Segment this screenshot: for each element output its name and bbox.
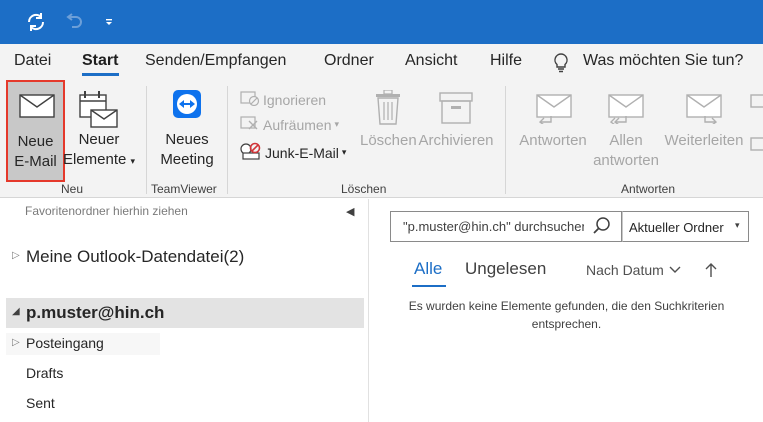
new-email-button[interactable]: Neue E-Mail bbox=[6, 80, 65, 182]
reply-all-label-2: antworten bbox=[593, 152, 659, 169]
folder-pane: Favoritenordner hierhin ziehen ◀ ▷ Meine… bbox=[0, 199, 369, 422]
new-meeting-label-1: Neues bbox=[165, 131, 209, 148]
tell-me-search[interactable]: Was möchten Sie tun? bbox=[583, 52, 743, 70]
search-scope-value: Aktueller Ordner bbox=[629, 220, 724, 235]
account-folder[interactable]: ◢ p.muster@hin.ch bbox=[6, 298, 364, 328]
group-separator bbox=[505, 86, 506, 194]
search-text: "p.muster@hin.ch" durchsuchen bbox=[403, 219, 589, 234]
folder-label: Drafts bbox=[26, 365, 64, 381]
collapse-icon[interactable]: ◢ bbox=[12, 306, 20, 317]
ignore-icon bbox=[240, 90, 260, 109]
empty-message-line-2: entsprechen. bbox=[531, 317, 602, 331]
group-label-respond: Antworten bbox=[621, 182, 676, 196]
group-separator bbox=[227, 86, 228, 194]
collapse-pane-icon[interactable]: ◀ bbox=[346, 205, 354, 218]
dropdown-arrow-icon: ▾ bbox=[334, 119, 340, 129]
reply-all-label-1: Allen bbox=[609, 132, 643, 149]
chevron-down-icon bbox=[669, 266, 681, 273]
dropdown-arrow-icon: ▾ bbox=[130, 156, 136, 166]
datafile-label: Meine Outlook-Datendatei(2) bbox=[26, 247, 245, 266]
tab-start[interactable]: Start bbox=[82, 52, 118, 70]
expand-icon[interactable]: ▷ bbox=[12, 337, 20, 348]
filter-all[interactable]: Alle bbox=[414, 259, 442, 279]
expand-icon[interactable]: ▷ bbox=[12, 250, 20, 261]
ribbon-tabs: Datei Start Senden/Empfangen Ordner Ansi… bbox=[0, 44, 763, 80]
junk-email-button[interactable]: Junk-E-Mail ▾ bbox=[240, 142, 346, 163]
tab-file[interactable]: Datei bbox=[14, 52, 51, 70]
cleanup-label: Aufräumen bbox=[263, 116, 332, 133]
new-email-label-1: Neue bbox=[17, 133, 54, 150]
dropdown-arrow-icon: ▾ bbox=[735, 220, 740, 230]
folder-label: Sent bbox=[26, 395, 55, 411]
forward-icon bbox=[685, 94, 723, 129]
reply-label: Antworten bbox=[519, 132, 587, 149]
customize-icon[interactable] bbox=[96, 10, 122, 34]
trash-icon bbox=[374, 89, 402, 131]
junk-icon bbox=[240, 142, 262, 163]
empty-message-line-1: Es wurden keine Elemente gefunden, die d… bbox=[408, 299, 725, 313]
favorites-hint: Favoritenordner hierhin ziehen bbox=[25, 204, 188, 218]
group-label-new: Neu bbox=[61, 182, 84, 196]
folder-item-sent[interactable]: Sent bbox=[6, 393, 160, 415]
new-items-label-1: Neuer bbox=[78, 131, 120, 148]
cleanup-icon bbox=[240, 115, 260, 134]
new-items-button[interactable]: Neuer Elemente ▾ bbox=[62, 82, 136, 182]
empty-message: Es wurden keine Elemente gefunden, die d… bbox=[370, 297, 763, 333]
reply-all-icon bbox=[607, 94, 645, 129]
sort-direction-icon[interactable] bbox=[704, 262, 718, 278]
ignore-label: Ignorieren bbox=[263, 91, 327, 108]
forward-button[interactable]: Weiterleiten bbox=[662, 82, 746, 172]
reply-icon bbox=[535, 94, 573, 129]
new-meeting-label-2: Meeting bbox=[160, 151, 214, 168]
delete-label: Löschen bbox=[360, 132, 417, 149]
active-tab-indicator bbox=[82, 73, 119, 76]
search-button[interactable] bbox=[584, 212, 621, 241]
envelope-icon bbox=[19, 94, 55, 123]
group-separator bbox=[146, 86, 147, 194]
tab-folder[interactable]: Ordner bbox=[324, 52, 374, 70]
new-email-label-2: E-Mail bbox=[14, 153, 57, 170]
folder-item-drafts[interactable]: Drafts bbox=[6, 363, 160, 385]
undo-icon[interactable] bbox=[60, 10, 86, 34]
search-icon bbox=[593, 217, 610, 234]
filter-active-indicator bbox=[412, 285, 446, 287]
sort-dropdown[interactable]: Nach Datum bbox=[586, 262, 681, 278]
archive-icon bbox=[439, 92, 473, 129]
filter-unread[interactable]: Ungelesen bbox=[465, 259, 546, 279]
group-label-delete: Löschen bbox=[341, 182, 387, 196]
search-scope-select[interactable]: Aktueller Ordner ▾ bbox=[622, 211, 749, 242]
forward-label: Weiterleiten bbox=[664, 132, 744, 149]
group-label-teamviewer: TeamViewer bbox=[151, 182, 217, 196]
tab-send-receive[interactable]: Senden/Empfangen bbox=[145, 52, 286, 70]
new-meeting-button[interactable]: Neues Meeting bbox=[152, 82, 222, 182]
junk-label: Junk-E-Mail bbox=[265, 144, 339, 161]
tab-help[interactable]: Hilfe bbox=[490, 52, 522, 70]
new-items-icon bbox=[79, 90, 119, 135]
reply-button[interactable]: Antworten bbox=[515, 82, 591, 172]
lightbulb-icon bbox=[552, 52, 570, 79]
ribbon: Neue E-Mail Neuer Elemente ▾ Neu Neues M… bbox=[0, 80, 763, 198]
reply-all-button[interactable]: Allen antworten bbox=[590, 82, 662, 182]
archive-button[interactable]: Archivieren bbox=[418, 82, 494, 172]
delete-button[interactable]: Löschen bbox=[360, 82, 417, 172]
search-input[interactable]: "p.muster@hin.ch" durchsuchen bbox=[390, 211, 622, 242]
teamviewer-icon bbox=[173, 90, 201, 123]
folder-item-inbox[interactable]: ▷ Posteingang bbox=[6, 333, 160, 355]
title-bar bbox=[0, 0, 763, 44]
sort-label: Nach Datum bbox=[586, 262, 664, 278]
folder-label: Posteingang bbox=[26, 335, 104, 351]
account-label: p.muster@hin.ch bbox=[26, 303, 165, 322]
dropdown-arrow-icon: ▾ bbox=[341, 147, 347, 157]
archive-label: Archivieren bbox=[418, 132, 494, 149]
ignore-button[interactable]: Ignorieren bbox=[240, 90, 326, 109]
tab-view[interactable]: Ansicht bbox=[405, 52, 457, 70]
cleanup-button[interactable]: Aufräumen ▾ bbox=[240, 115, 339, 134]
sync-icon[interactable] bbox=[23, 10, 49, 34]
datafile-folder[interactable]: ▷ Meine Outlook-Datendatei(2) bbox=[0, 244, 368, 272]
more-respond-icon[interactable] bbox=[750, 94, 763, 159]
new-items-label-2: Elemente bbox=[62, 151, 127, 168]
